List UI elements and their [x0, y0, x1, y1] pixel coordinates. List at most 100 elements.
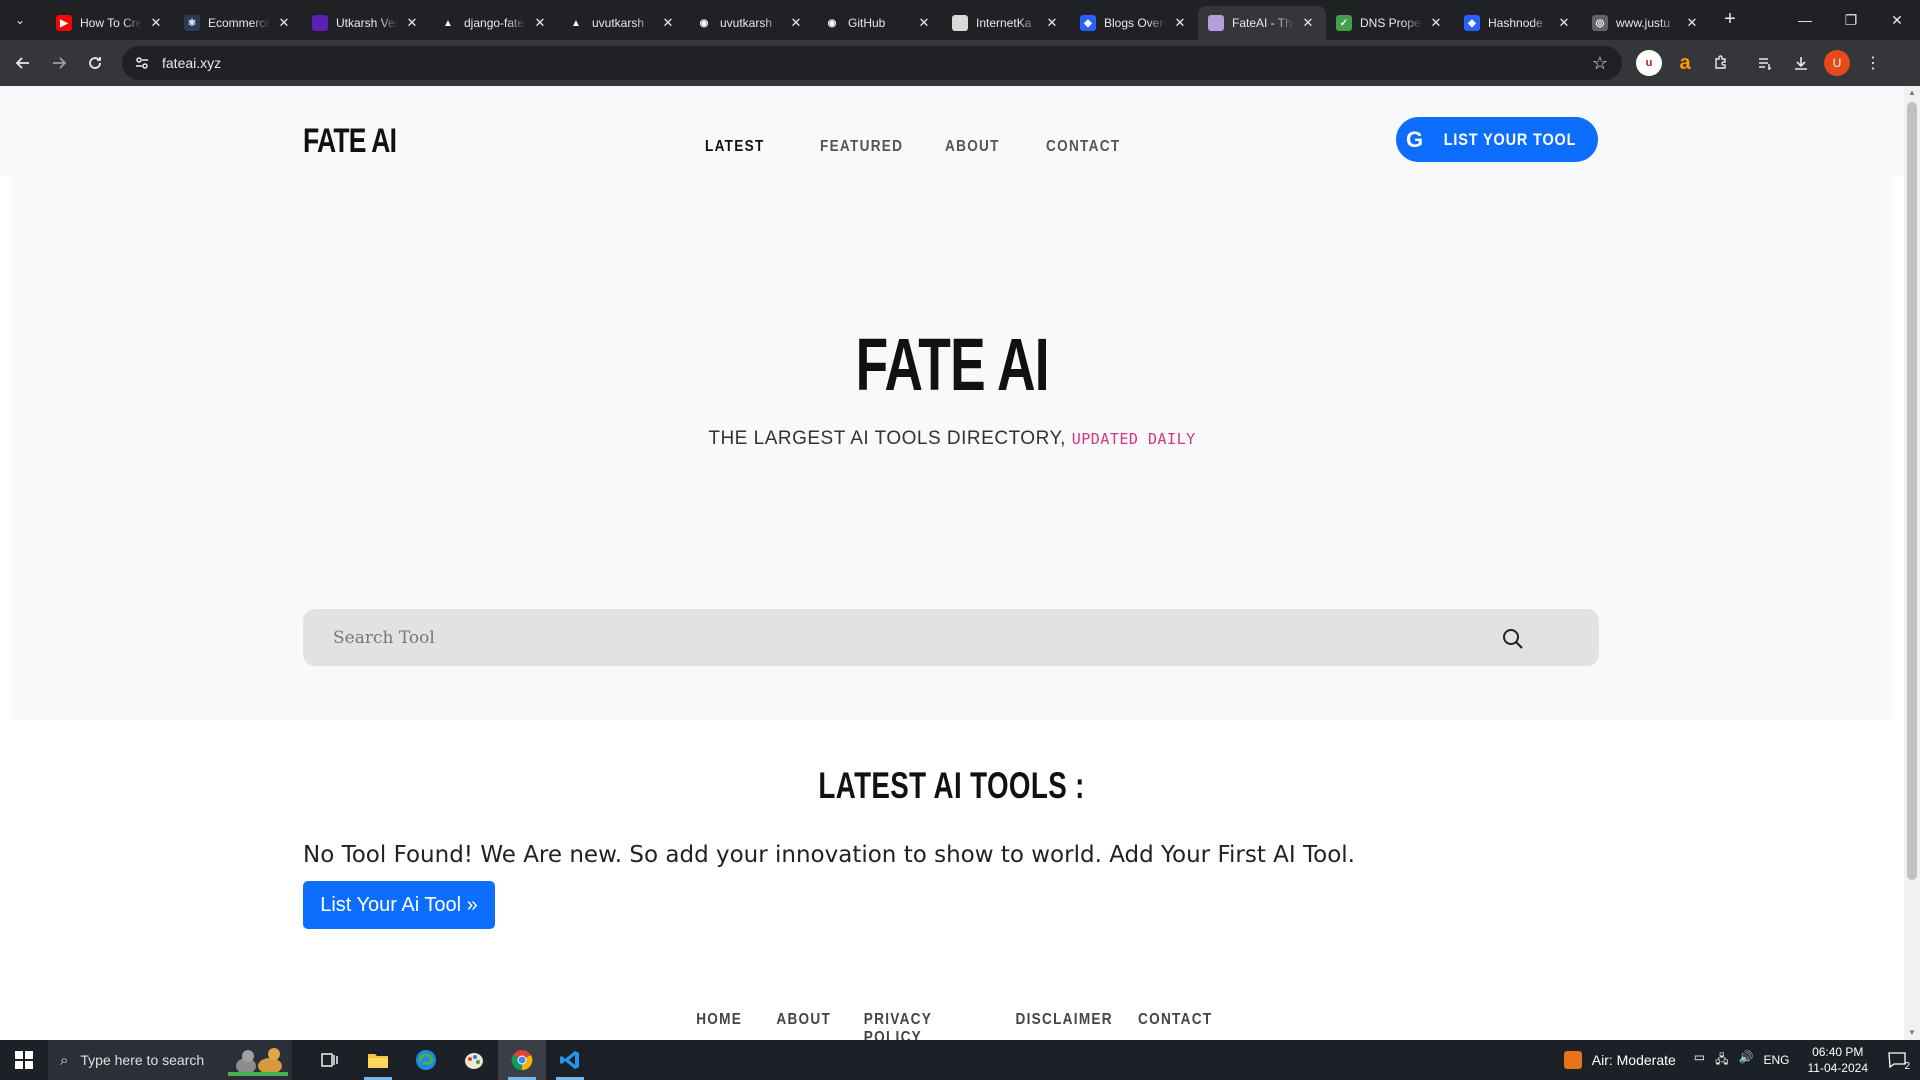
browser-toolbar: fateai.xyz ☆ u a U ⋮ [0, 40, 1920, 86]
scrollbar-thumb[interactable] [1907, 102, 1917, 880]
nav-about[interactable]: ABOUT [945, 138, 1031, 156]
file-explorer-icon[interactable] [354, 1040, 402, 1080]
footer-home[interactable]: HOME [696, 1011, 744, 1040]
vscode-icon[interactable] [546, 1040, 594, 1080]
close-tab-icon[interactable]: ✕ [1172, 15, 1188, 31]
browser-tab[interactable]: ◆ Hashnode ✕ [1454, 6, 1582, 40]
tab-favicon-icon [1208, 15, 1224, 31]
taskbar-search-box[interactable]: ⌕ Type here to search [48, 1040, 292, 1080]
footer-contact[interactable]: CONTACT [1138, 1011, 1211, 1040]
close-tab-icon[interactable]: ✕ [660, 15, 676, 31]
taskbar-search-placeholder: Type here to search [80, 1052, 205, 1068]
browser-tab[interactable]: ◉ GitHub ✕ [814, 6, 942, 40]
notification-center-icon[interactable]: 2 [1882, 1040, 1912, 1080]
close-tab-icon[interactable]: ✕ [1556, 15, 1572, 31]
footer-disclaimer[interactable]: DISCLAIMER [1016, 1011, 1112, 1040]
browser-tab[interactable]: FateAI - The ✕ [1198, 6, 1326, 40]
nav-featured[interactable]: FEATURED [820, 138, 926, 156]
close-tab-icon[interactable]: ✕ [1428, 15, 1444, 31]
back-icon[interactable] [6, 46, 40, 80]
task-view-icon[interactable] [306, 1040, 354, 1080]
clock-time: 06:40 PM [1812, 1045, 1864, 1059]
nav-latest[interactable]: LATEST [705, 138, 803, 156]
close-window-icon[interactable]: ✕ [1874, 0, 1920, 40]
page-scrollbar[interactable]: ▲ ▼ [1904, 86, 1920, 1040]
browser-tab[interactable]: ✓ DNS Property ✕ [1326, 6, 1454, 40]
weather-widget[interactable]: Air: Moderate [1563, 1051, 1676, 1069]
tab-search-dropdown-icon[interactable]: ⌄ [8, 8, 32, 32]
browser-tab[interactable]: ◉ uvutkarsh ✕ [686, 6, 814, 40]
scroll-up-icon[interactable]: ▲ [1904, 86, 1920, 100]
tab-title: uvutkarsh [720, 16, 773, 30]
tab-title: django-fate [464, 16, 525, 30]
profile-avatar[interactable]: U [1824, 50, 1850, 76]
browser-tab[interactable]: InternetKa ✕ [942, 6, 1070, 40]
tab-favicon-icon: ◆ [1080, 15, 1096, 31]
footer-privacy-policy[interactable]: PRIVACY POLICY [864, 1011, 975, 1040]
extensions-puzzle-icon[interactable] [1708, 50, 1734, 76]
empty-state-message: No Tool Found! We Are new. So add your i… [303, 842, 1355, 868]
close-tab-icon[interactable]: ✕ [404, 15, 420, 31]
list-your-ai-tool-button[interactable]: List Your Ai Tool » [303, 881, 495, 929]
close-tab-icon[interactable]: ✕ [1300, 15, 1316, 31]
search-input[interactable] [333, 627, 1483, 648]
ublock-extension-icon[interactable]: u [1636, 50, 1662, 76]
chrome-browser-icon[interactable] [498, 1040, 546, 1080]
tab-title: DNS Property [1360, 16, 1422, 30]
close-tab-icon[interactable]: ✕ [276, 15, 292, 31]
close-tab-icon[interactable]: ✕ [916, 15, 932, 31]
restore-icon[interactable]: ❐ [1828, 0, 1874, 40]
tab-title: InternetKa [976, 16, 1032, 30]
tray-icons: ▭ 🖧 🔊 [1694, 1050, 1754, 1071]
site-logo[interactable]: FATE AI [303, 122, 397, 161]
tab-title: GitHub [848, 16, 886, 30]
paint-app-icon[interactable] [450, 1040, 498, 1080]
browser-tab[interactable]: ▶ How To Create ✕ [46, 6, 174, 40]
minimize-icon[interactable]: — [1782, 0, 1828, 40]
close-tab-icon[interactable]: ✕ [532, 15, 548, 31]
nav-contact[interactable]: CONTACT [1046, 138, 1120, 156]
browser-tab[interactable]: ◎ www.justu ✕ [1582, 6, 1710, 40]
meet-now-icon[interactable]: ▭ [1694, 1050, 1705, 1071]
edge-browser-icon[interactable] [402, 1040, 450, 1080]
close-tab-icon[interactable]: ✕ [1044, 15, 1060, 31]
volume-icon[interactable]: 🔊 [1739, 1050, 1754, 1071]
bookmark-star-icon[interactable]: ☆ [1592, 53, 1608, 74]
taskbar-search-icon: ⌕ [60, 1051, 69, 1069]
toolbar-extensions: u a U ⋮ [1636, 50, 1886, 76]
amazon-extension-icon[interactable]: a [1672, 50, 1698, 76]
scroll-down-icon[interactable]: ▼ [1904, 1026, 1920, 1040]
browser-tab[interactable]: ⚛ Ecommerce ✕ [174, 6, 302, 40]
clock-date: 11-04-2024 [1807, 1061, 1869, 1075]
hero-subtitle: THE LARGEST AI TOOLS DIRECTORY, UPDATED … [708, 428, 1196, 449]
site-info-icon[interactable] [132, 53, 152, 73]
latest-tools-heading: LATEST AI TOOLS : [818, 765, 1086, 806]
url-text[interactable]: fateai.xyz [162, 55, 221, 71]
reload-icon[interactable] [78, 46, 112, 80]
browser-tab[interactable]: ▲ django-fate ✕ [430, 6, 558, 40]
media-queue-icon[interactable] [1752, 50, 1778, 76]
tab-favicon-icon: ◉ [696, 15, 712, 31]
close-tab-icon[interactable]: ✕ [1684, 15, 1700, 31]
menu-kebab-icon[interactable]: ⋮ [1860, 50, 1886, 76]
list-your-tool-button[interactable]: G LIST YOUR TOOL [1396, 117, 1598, 162]
browser-tab[interactable]: ▲ uvutkarsh ✕ [558, 6, 686, 40]
new-tab-button[interactable]: + [1716, 6, 1744, 34]
browser-tab-strip: ⌄ ▶How To Create✕⚛Ecommerce✕Utkarsh Verm… [0, 0, 1920, 40]
footer-about[interactable]: ABOUT [776, 1011, 829, 1040]
address-bar[interactable]: fateai.xyz ☆ [122, 46, 1622, 80]
browser-tab[interactable]: Utkarsh Verma ✕ [302, 6, 430, 40]
tab-favicon-icon: ▶ [56, 15, 72, 31]
tab-title: How To Create [80, 16, 142, 30]
close-tab-icon[interactable]: ✕ [788, 15, 804, 31]
site-header: FATE AI LATEST FEATURED ABOUT CONTACT G … [0, 86, 1904, 176]
taskbar-clock[interactable]: 06:40 PM 11-04-2024 [1808, 1044, 1869, 1076]
browser-tab[interactable]: ◆ Blogs Overview ✕ [1070, 6, 1198, 40]
close-tab-icon[interactable]: ✕ [148, 15, 164, 31]
downloads-icon[interactable] [1788, 50, 1814, 76]
windows-start-icon[interactable] [0, 1040, 48, 1080]
network-icon[interactable]: 🖧 [1715, 1050, 1728, 1071]
search-icon[interactable] [1501, 627, 1525, 651]
forward-icon[interactable] [42, 46, 76, 80]
input-language[interactable]: ENG [1763, 1053, 1789, 1067]
